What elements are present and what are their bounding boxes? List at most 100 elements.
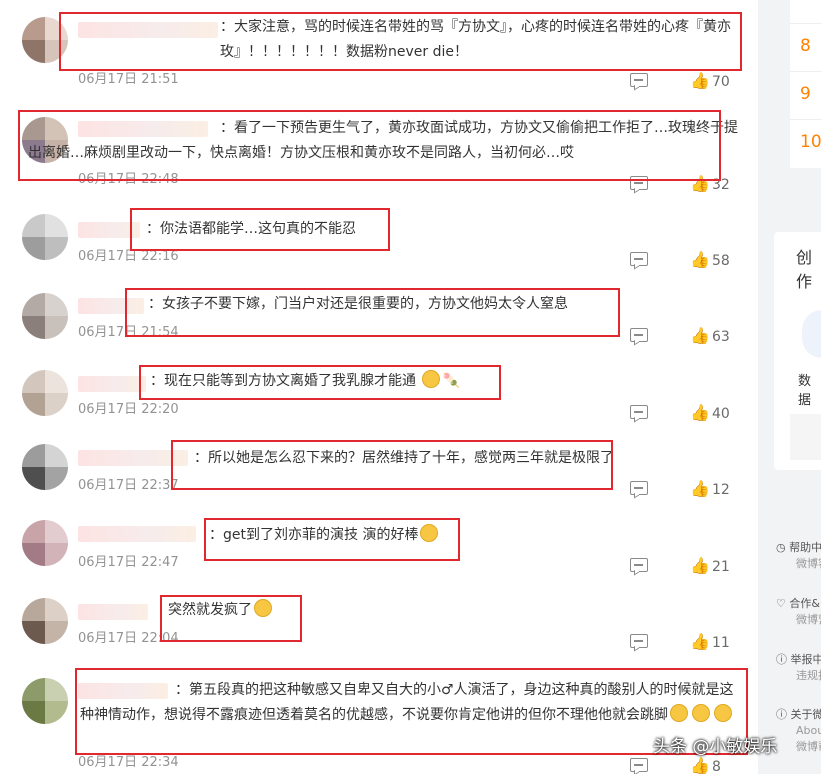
comment-icon[interactable] — [630, 328, 648, 342]
footer-report[interactable]: ⓘ 举报中违规投 — [774, 652, 821, 684]
footer-sub: About — [796, 724, 821, 737]
thumbs-up-icon[interactable]: 👍 — [690, 72, 710, 90]
thumbs-up-icon[interactable]: 👍 — [690, 633, 710, 651]
comment-timestamp: 06月17日 22:48 — [78, 172, 179, 187]
avatar[interactable] — [22, 520, 68, 566]
like-count: 63 — [712, 329, 730, 345]
avatar[interactable] — [22, 370, 68, 416]
footer-label: 关于微 — [790, 708, 821, 721]
avatar[interactable] — [22, 678, 68, 724]
like-count: 70 — [712, 74, 730, 90]
watermark: 头条 @小敏娱乐 — [653, 737, 778, 757]
avatar[interactable] — [22, 293, 68, 339]
username-blurred[interactable] — [78, 222, 140, 238]
footer-sub: 微博客 — [796, 557, 821, 570]
avatar[interactable] — [22, 598, 68, 644]
like-count: 8 — [712, 759, 721, 774]
footer-label: 帮助中 — [789, 541, 821, 554]
comment-timestamp: 06月17日 22:47 — [78, 555, 179, 570]
emoji-icon — [422, 370, 441, 388]
info-icon: ⓘ — [776, 708, 787, 721]
heart-icon: ♡ — [776, 597, 786, 610]
footer-sub: 违规投 — [796, 669, 821, 682]
username-blurred[interactable] — [78, 526, 196, 542]
comment-icon[interactable] — [630, 176, 648, 190]
comment-icon[interactable] — [630, 252, 648, 266]
silly-emoji-icon — [692, 704, 710, 722]
comment-icon[interactable] — [630, 634, 648, 648]
report-icon: ⓘ — [776, 653, 787, 666]
silly-emoji-icon — [714, 704, 732, 722]
ice-pop-icon: 🍡 — [442, 373, 460, 389]
card-title: 创作 — [796, 248, 813, 291]
comment-text-body: ：现在只能等到方协文离婚了我乳腺才能通 — [150, 373, 416, 389]
like-count: 12 — [712, 482, 730, 498]
comment-text: ：你法语都能学…这句真的不能忍 — [146, 221, 356, 237]
comment-icon[interactable] — [630, 481, 648, 495]
thumbs-up-icon[interactable]: 👍 — [690, 251, 710, 269]
comment-text: 突然就发疯了 — [168, 598, 274, 623]
card-placeholder — [790, 414, 821, 460]
hot-rank-item[interactable]: 7 — [790, 0, 821, 24]
comment-text: ：大家注意，骂的时候连名带姓的骂『方协文』，心疼的时候连名带姓的心疼『黄亦玫』！… — [220, 19, 731, 60]
thumbs-up-icon[interactable]: 👍 — [690, 480, 710, 498]
footer-cooperate[interactable]: ♡ 合作&微博营 — [774, 596, 821, 628]
like-count: 32 — [712, 177, 730, 193]
creator-card: 创作 数据 — [774, 232, 821, 470]
username-blurred[interactable] — [78, 604, 148, 620]
crying-emoji-icon — [420, 524, 439, 542]
thumbs-up-icon[interactable]: 👍 — [690, 175, 710, 193]
comment-text-body: ：第五段真的把这种敏感又自卑又自大的小♂人演活了，身边这种真的酸别人的时候就是这… — [80, 682, 734, 723]
comment-timestamp: 06月17日 22:04 — [78, 631, 179, 646]
comment-icon[interactable] — [630, 558, 648, 572]
thumbs-up-icon[interactable]: 👍 — [690, 404, 710, 422]
rank-number: 8 — [800, 36, 811, 56]
thumbs-up-icon[interactable]: 👍 — [690, 327, 710, 345]
footer-sub: 微博帮 — [796, 740, 821, 753]
comment-icon[interactable] — [630, 73, 648, 87]
hot-rank-item[interactable]: 9 — [790, 72, 821, 120]
rank-number: 9 — [800, 84, 811, 104]
username-blurred[interactable] — [78, 22, 218, 38]
comment-timestamp: 06月17日 21:51 — [78, 72, 179, 87]
footer-sub: 微博营 — [796, 613, 821, 626]
like-count: 11 — [712, 635, 730, 651]
footer-label: 合作& — [789, 597, 820, 610]
like-count: 40 — [712, 406, 730, 422]
avatar[interactable] — [22, 17, 68, 63]
card-icon[interactable] — [802, 310, 821, 358]
like-count: 58 — [712, 253, 730, 269]
thumbs-up-icon[interactable]: 👍 — [690, 757, 710, 774]
comment-timestamp: 06月17日 22:34 — [78, 755, 179, 770]
hot-rank-item[interactable]: 10 — [790, 120, 821, 168]
hot-rank-item[interactable]: 8 — [790, 24, 821, 72]
comment-timestamp: 06月17日 22:16 — [78, 249, 179, 264]
username-blurred[interactable] — [78, 376, 146, 392]
footer-label: 举报中 — [790, 653, 821, 666]
username-blurred[interactable] — [78, 298, 144, 314]
comment-icon[interactable] — [630, 405, 648, 419]
comment-text: ：所以她是怎么忍下来的？居然维持了十年，感觉两三年就是极限了 — [194, 450, 614, 466]
avatar[interactable] — [22, 214, 68, 260]
comment-text: ：现在只能等到方协文离婚了我乳腺才能通 🍡 — [150, 369, 460, 394]
footer-about[interactable]: ⓘ 关于微 About 微博帮 — [774, 707, 821, 755]
footer-help[interactable]: ◷ 帮助中微博客 — [774, 540, 821, 572]
comment-text: ：看了一下预告更生气了，黄亦玫面试成功，方协文又偷偷把工作拒了…玫瑰终于提出离婚… — [28, 120, 738, 161]
thumbs-up-icon[interactable]: 👍 — [690, 557, 710, 575]
card-label: 数据 — [798, 374, 812, 408]
comment-timestamp: 06月17日 22:37 — [78, 478, 179, 493]
silly-emoji-icon — [670, 704, 688, 722]
comment-timestamp: 06月17日 21:54 — [78, 325, 179, 340]
help-icon: ◷ — [776, 541, 786, 554]
comment-text: ：get到了刘亦菲的演技 演的好棒 — [209, 523, 440, 548]
comment-icon[interactable] — [630, 758, 648, 772]
comment-timestamp: 06月17日 22:20 — [78, 402, 179, 417]
username-blurred[interactable] — [78, 450, 188, 466]
comment-text: ：女孩子不要下嫁，门当户对还是很重要的，方协文他妈太令人窒息 — [148, 296, 568, 312]
rank-number: 10 — [800, 132, 821, 152]
like-count: 21 — [712, 559, 730, 575]
silly-emoji-icon — [254, 599, 272, 617]
page: ：大家注意，骂的时候连名带姓的骂『方协文』，心疼的时候连名带姓的心疼『黄亦玫』！… — [0, 0, 821, 774]
avatar[interactable] — [22, 444, 68, 490]
comment-feed: ：大家注意，骂的时候连名带姓的骂『方协文』，心疼的时候连名带姓的心疼『黄亦玫』！… — [0, 0, 758, 774]
